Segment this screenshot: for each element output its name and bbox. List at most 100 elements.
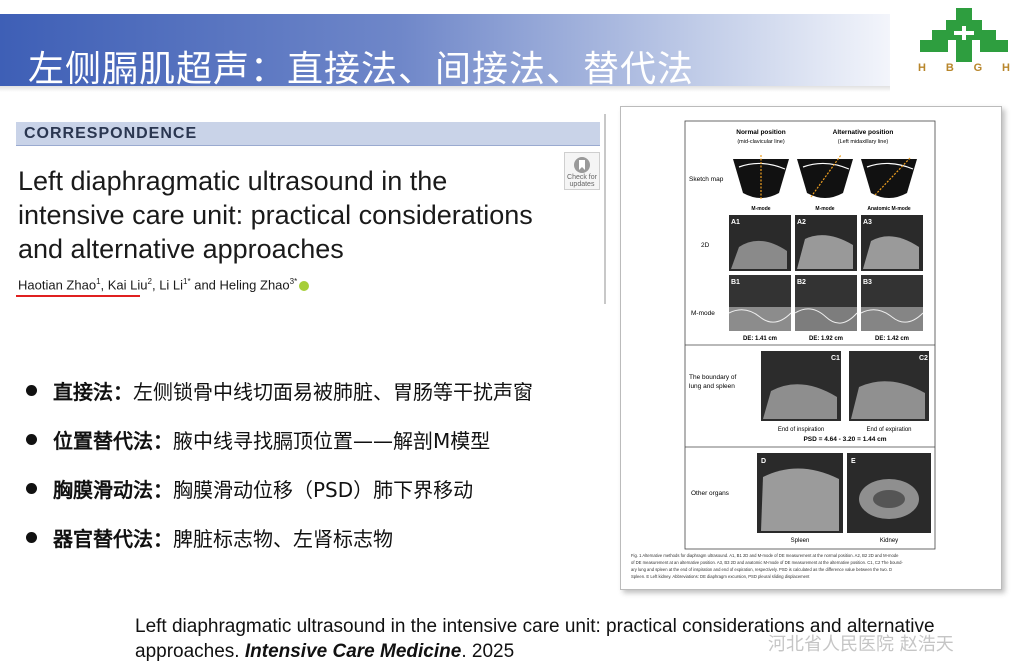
author-name: Heling Zhao (219, 277, 290, 293)
logo-cross (954, 31, 974, 35)
panel-label: A2 (797, 219, 806, 226)
author-separator: , (100, 277, 108, 293)
watermark: 河北省人民医院 赵浩天 (768, 634, 954, 655)
de-value: DE: 1.41 cm (743, 336, 777, 342)
bullet-dot (26, 385, 37, 396)
figure-image: Normal position (mid-clavicular line) Al… (631, 120, 936, 579)
logo-block (980, 40, 1008, 52)
row-label: M-mode (691, 310, 715, 317)
logo-letter: G (973, 62, 983, 74)
citation-journal: Intensive Care Medicine (244, 641, 462, 662)
bullet-heading: 胸膜滑动法： (53, 478, 173, 502)
logo-letter: H (1002, 62, 1010, 74)
figure-caption-line: ary lung and spleen at the end of inspir… (631, 567, 892, 572)
bullet-item: 器官替代法： 脾脏标志物、左肾标志物 (26, 513, 626, 562)
citation-text: approaches. (135, 641, 245, 662)
logo-block (920, 40, 948, 52)
row-label: The boundary of (689, 374, 737, 381)
sketch-fan (733, 159, 789, 198)
bullet-text: 左侧锁骨中线切面易被肺脏、胃肠等干扰声窗 (133, 380, 533, 404)
row-label: 2D (701, 242, 710, 249)
ultrasound-tissue (761, 468, 839, 531)
bullet-item: 直接法： 左侧锁骨中线切面易被肺脏、胃肠等干扰声窗 (26, 366, 626, 415)
row-label: lung and spleen (689, 383, 735, 390)
section-label: CORRESPONDENCE (24, 125, 198, 142)
bullet-dot (26, 532, 37, 543)
bullet-dot (26, 483, 37, 494)
panel-label: A3 (863, 219, 872, 226)
phase-label: End of expiration (866, 427, 911, 433)
figure-caption-line: Spleen. E Left kidney. Abbreviations: DE… (631, 574, 810, 579)
panel-label: B3 (863, 279, 872, 286)
logo-block (956, 8, 972, 20)
article-title-line: and alternative approaches (18, 234, 344, 264)
citation-year: . 2025 (461, 641, 515, 662)
author-affiliation: 3* (289, 277, 298, 286)
banner-shadow (0, 86, 890, 92)
panel-label: B2 (797, 279, 806, 286)
bullet-dot (26, 434, 37, 445)
article-title-line: intensive care unit: practical considera… (18, 200, 533, 230)
check-text: updates (569, 181, 595, 188)
row-label: Other organs (691, 490, 730, 497)
col-header-title: Alternative position (833, 129, 894, 136)
article-title-line: Left diaphragmatic ultrasound in the (18, 166, 448, 196)
title-banner: 左侧膈肌超声：直接法、间接法、替代法 (0, 14, 890, 90)
check-for-updates-badge[interactable]: Check for updates (564, 152, 600, 190)
ultrasound-tissue (873, 490, 905, 508)
bullet-list: 直接法： 左侧锁骨中线切面易被肺脏、胃肠等干扰声窗 位置替代法： 腋中线寻找膈顶… (26, 366, 626, 562)
col-header-sub: (Left midaxillary line) (838, 139, 889, 145)
organ-label: Kidney (880, 538, 898, 544)
check-text: Check for (567, 174, 597, 181)
author-list: Haotian Zhao1, Kai Liu2, Li Li1* and Hel… (18, 277, 310, 293)
mmode-trace (729, 307, 791, 331)
author-name: Kai Liu (107, 277, 148, 293)
mmode-trace (861, 307, 923, 331)
figure-caption-line: Fig. 1 Alternative methods for diaphragm… (631, 553, 899, 558)
bullet-heading: 器官替代法： (53, 527, 173, 551)
sketch-fan (861, 159, 917, 198)
mode-label: Anatomic M-mode (867, 206, 911, 212)
article-title: Left diaphragmatic ultrasound in the int… (18, 164, 568, 266)
section-bar: CORRESPONDENCE (16, 122, 600, 146)
bullet-text: 腋中线寻找膈顶位置——解剖M模型 (173, 429, 491, 453)
bullet-heading: 直接法： (53, 380, 133, 404)
author-name: Li Li (159, 277, 184, 293)
bullet-item: 胸膜滑动法： 胸膜滑动位移（PSD）肺下界移动 (26, 464, 626, 513)
bullet-item: 位置替代法： 腋中线寻找膈顶位置——解剖M模型 (26, 415, 626, 464)
de-value: DE: 1.42 cm (875, 336, 909, 342)
orcid-icon[interactable] (299, 280, 310, 291)
panel-label: A1 (731, 219, 740, 226)
organ-label: Spleen (791, 538, 810, 544)
bookmark-icon (574, 157, 590, 173)
mmode-trace (795, 307, 857, 331)
panel-label: C2 (919, 355, 928, 362)
logo-letters: H B G H (912, 62, 1016, 74)
mode-label: M-mode (751, 206, 770, 212)
col-header-title: Normal position (736, 129, 786, 136)
bullet-text: 胸膜滑动位移（PSD）肺下界移动 (173, 478, 474, 502)
author-separator: and (190, 277, 220, 293)
bullet-text: 脾脏标志物、左肾标志物 (173, 527, 393, 551)
psd-formula: PSD = 4.64 - 3.20 = 1.44 cm (803, 436, 886, 443)
panel-label: C1 (831, 355, 840, 362)
panel-label: B1 (731, 279, 740, 286)
phase-label: End of inspiration (778, 427, 824, 433)
de-value: DE: 1.92 cm (809, 336, 843, 342)
figure-panel: Normal position (mid-clavicular line) Al… (620, 106, 1002, 590)
figure-caption-line: of DE measurement at an alternative posi… (631, 560, 903, 565)
author-highlight-underline (16, 295, 140, 297)
slide-title: 左侧膈肌超声：直接法、间接法、替代法 (28, 49, 695, 90)
article-header: CORRESPONDENCE Left diaphragmatic ultras… (16, 114, 606, 304)
sketch-fan (797, 159, 853, 198)
col-header-sub: (mid-clavicular line) (737, 139, 785, 145)
logo-block (956, 40, 972, 62)
row-label: Sketch map (689, 176, 724, 183)
logo-letter: B (945, 62, 954, 74)
author-name: Haotian Zhao (18, 277, 97, 293)
author-affiliation: 1* (183, 277, 191, 286)
bullet-heading: 位置替代法： (53, 429, 173, 453)
logo-letter: H (918, 62, 926, 74)
panel-label: E (851, 458, 856, 465)
panel-label: D (761, 458, 766, 465)
